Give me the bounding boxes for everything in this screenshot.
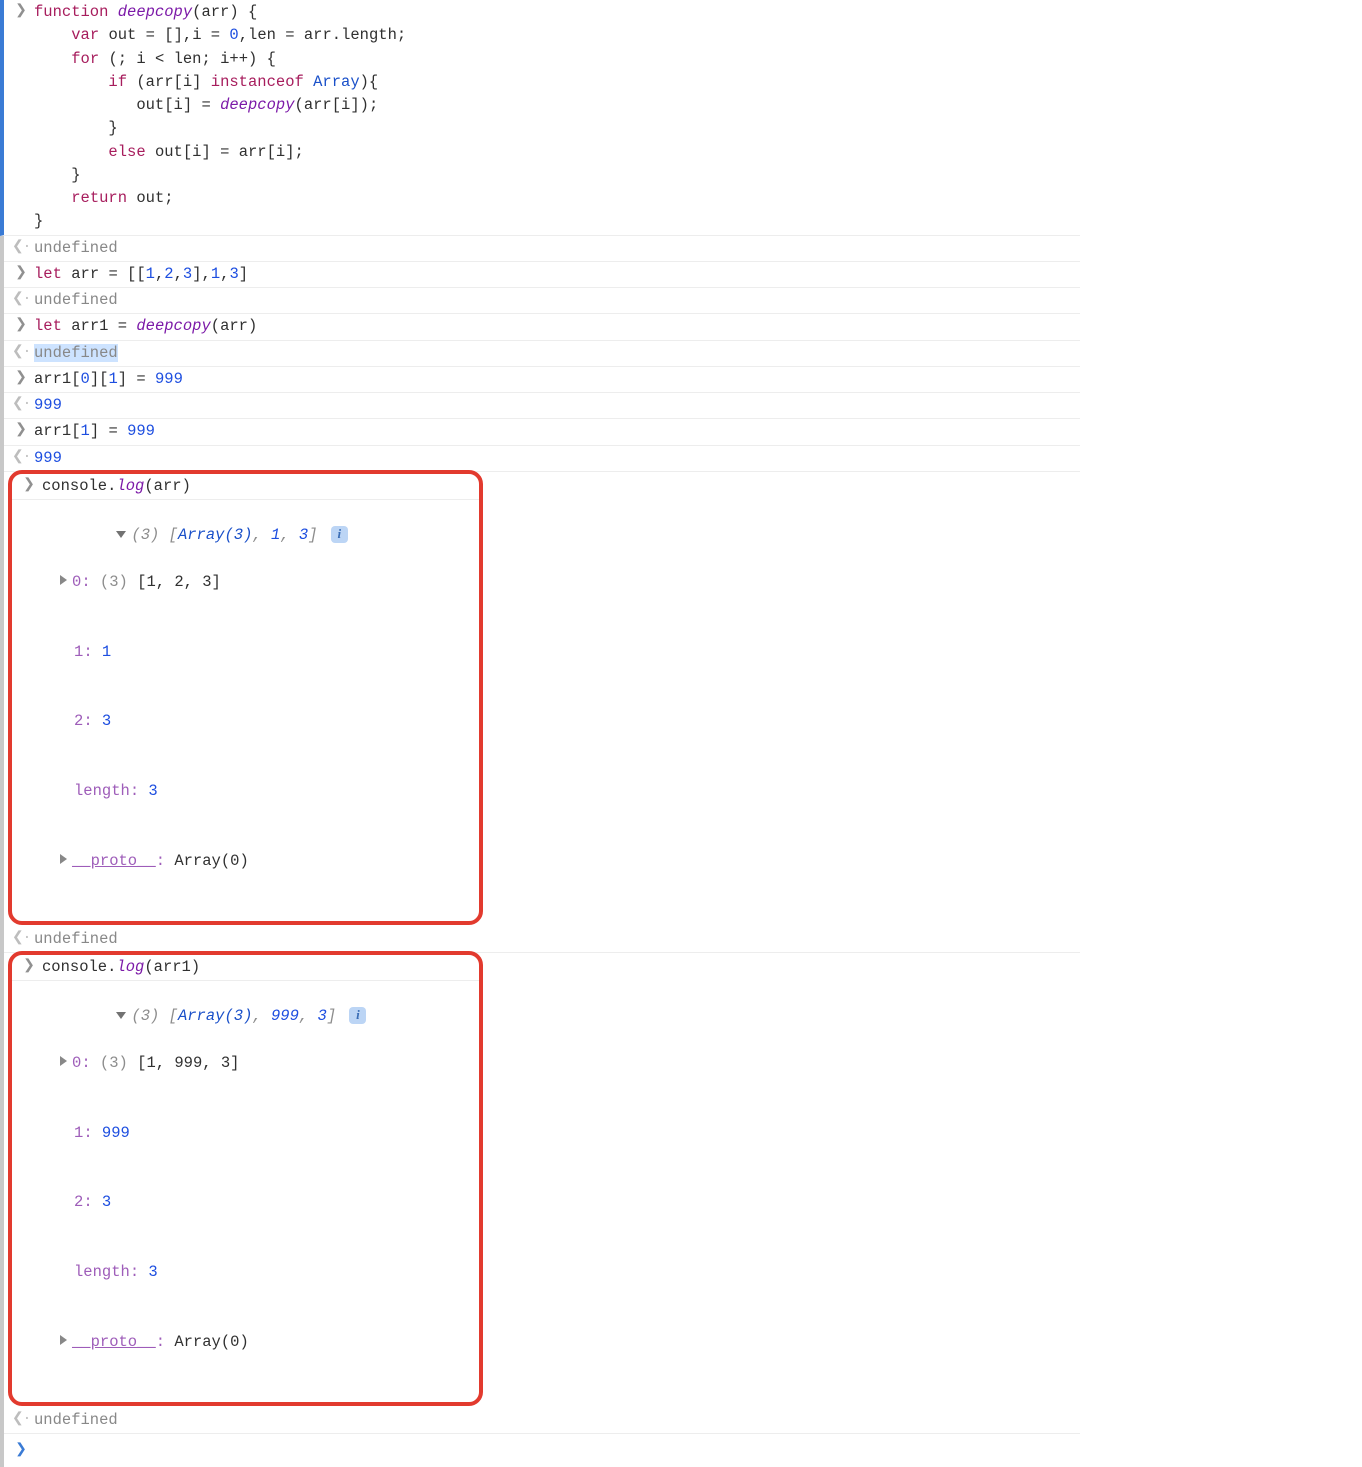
console-input-row[interactable]: let arr = [[1,2,3],1,3] [4, 262, 1080, 288]
array-length-prop: length: 3 [42, 780, 473, 803]
console-output-row: undefined [4, 288, 1080, 314]
disclosure-triangle-right-icon[interactable] [60, 575, 67, 585]
array-length-prop: length: 3 [42, 1261, 473, 1284]
console-prompt[interactable] [4, 1434, 1080, 1467]
output-value: undefined [34, 289, 1074, 312]
console-input-row[interactable]: arr1[0][1] = 999 [4, 367, 1080, 393]
console-output-row: 999 [4, 393, 1080, 419]
prompt-marker-icon [12, 1440, 30, 1462]
code-input: console.log(arr) [42, 475, 473, 498]
output-value: undefined [34, 928, 1074, 951]
console-input-row[interactable]: function deepcopy(arr) { var out = [],i … [0, 0, 1080, 236]
info-icon[interactable]: i [349, 1007, 366, 1024]
disclosure-triangle-down-icon[interactable] [116, 531, 126, 538]
array-proto-prop[interactable]: __proto__: Array(0) [42, 1331, 473, 1354]
console-input-row[interactable]: console.log(arr) [12, 474, 479, 500]
console-log-output: (3) [Array(3), 999, 3] i 0: (3) [1, 999,… [12, 981, 479, 1402]
array-index-0[interactable]: 0: (3) [1, 999, 3] [42, 1052, 473, 1075]
output-marker-icon [12, 237, 30, 259]
devtools-console[interactable]: function deepcopy(arr) { var out = [],i … [0, 0, 1080, 1467]
disclosure-triangle-down-icon[interactable] [116, 1012, 126, 1019]
info-icon[interactable]: i [331, 526, 348, 543]
disclosure-triangle-right-icon[interactable] [60, 1335, 67, 1345]
console-log-output: (3) [Array(3), 1, 3] i 0: (3) [1, 2, 3] … [12, 500, 479, 921]
output-marker-icon [12, 928, 30, 950]
object-preview[interactable]: (3) [Array(3), 1, 3] i 0: (3) [1, 2, 3] … [42, 501, 473, 920]
console-output-row: undefined [4, 927, 1080, 953]
disclosure-triangle-right-icon[interactable] [60, 854, 67, 864]
code-input: function deepcopy(arr) { var out = [],i … [34, 1, 1074, 234]
output-value: 999 [34, 394, 1074, 417]
array-length-summary: (3) [131, 526, 159, 544]
console-input-row[interactable]: let arr1 = deepcopy(arr) [4, 314, 1080, 340]
console-input-field[interactable] [34, 1440, 1074, 1462]
output-marker-icon [12, 289, 30, 311]
array-summary: [Array(3), 1, 3] [169, 526, 318, 544]
console-input-row[interactable]: console.log(arr1) [12, 955, 479, 981]
code-input: arr1[1] = 999 [34, 420, 1074, 443]
disclosure-triangle-right-icon[interactable] [60, 1056, 67, 1066]
array-index-0[interactable]: 0: (3) [1, 2, 3] [42, 571, 473, 594]
code-input: let arr = [[1,2,3],1,3] [34, 263, 1074, 286]
input-marker-icon [12, 263, 30, 285]
input-marker-icon [12, 368, 30, 390]
console-output-row: undefined [4, 1408, 1080, 1434]
output-value: undefined [34, 342, 1074, 365]
console-output-row: undefined [4, 236, 1080, 262]
object-preview[interactable]: (3) [Array(3), 999, 3] i 0: (3) [1, 999,… [42, 982, 473, 1401]
code-input: console.log(arr1) [42, 956, 473, 979]
annotation-highlight-box: console.log(arr1) (3) [Array(3), 999, 3]… [8, 951, 483, 1406]
console-input-row[interactable]: arr1[1] = 999 [4, 419, 1080, 445]
array-proto-prop[interactable]: __proto__: Array(0) [42, 850, 473, 873]
output-marker-icon [12, 1409, 30, 1431]
output-value: undefined [34, 237, 1074, 260]
code-input: let arr1 = deepcopy(arr) [34, 315, 1074, 338]
array-index-2: 2: 3 [42, 710, 473, 733]
input-marker-icon [12, 1, 30, 23]
output-value: undefined [34, 1409, 1074, 1432]
input-marker-icon [12, 420, 30, 442]
console-output-row: undefined [4, 341, 1080, 367]
output-value: 999 [34, 447, 1074, 470]
array-index-2: 2: 3 [42, 1191, 473, 1214]
input-marker-icon [20, 475, 38, 497]
annotation-highlight-box: console.log(arr) (3) [Array(3), 1, 3] i … [8, 470, 483, 925]
output-marker-icon [12, 394, 30, 416]
array-summary: [Array(3), 999, 3] [169, 1007, 336, 1025]
code-input: arr1[0][1] = 999 [34, 368, 1074, 391]
array-length-summary: (3) [131, 1007, 159, 1025]
input-marker-icon [20, 956, 38, 978]
input-marker-icon [12, 315, 30, 337]
output-marker-icon [12, 447, 30, 469]
array-index-1: 1: 999 [42, 1122, 473, 1145]
output-marker-icon [12, 342, 30, 364]
console-output-row: 999 [4, 446, 1080, 472]
array-index-1: 1: 1 [42, 641, 473, 664]
